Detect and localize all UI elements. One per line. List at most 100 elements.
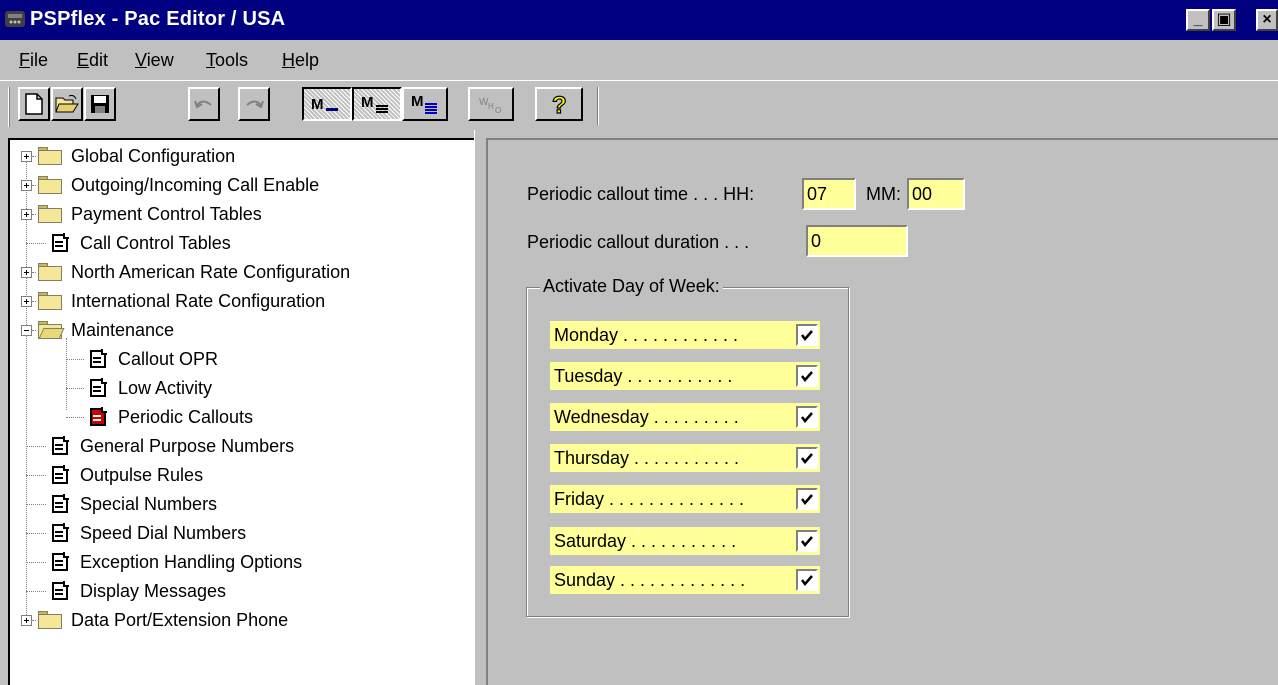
svg-text:O: O xyxy=(495,106,501,115)
checkmark-icon xyxy=(801,494,813,505)
tree-item-outpulse-rules[interactable]: Outpulse Rules xyxy=(26,462,203,488)
tree-panel[interactable]: Global Configuration Outgoing/Incoming C… xyxy=(8,138,474,685)
document-icon xyxy=(90,349,107,368)
tuesday-checkbox[interactable] xyxy=(796,365,818,387)
open-button[interactable] xyxy=(51,87,83,121)
redo-icon xyxy=(246,100,264,109)
tree-item-special-numbers[interactable]: Special Numbers xyxy=(26,491,217,517)
menu-file-accel: F xyxy=(19,50,30,70)
new-file-icon xyxy=(25,93,43,115)
expand-icon[interactable] xyxy=(21,208,32,220)
tree-item-label: Data Port/Extension Phone xyxy=(71,609,289,630)
tree-item-label: Call Control Tables xyxy=(80,232,231,253)
tree-item-periodic-callouts[interactable]: Periodic Callouts xyxy=(66,404,253,430)
day-row-friday[interactable]: Friday . . . . . . . . . . . . . . xyxy=(550,485,820,513)
tree-item-call-control[interactable]: Call Control Tables xyxy=(26,230,231,256)
mm-input[interactable] xyxy=(907,178,965,210)
folder-icon xyxy=(38,263,62,281)
menu-tools[interactable]: Tools xyxy=(206,50,248,71)
view-mode-3-button[interactable]: M xyxy=(402,87,448,121)
window-title: PSPflex - Pac Editor / USA xyxy=(30,8,286,30)
tree-item-display-messages[interactable]: Display Messages xyxy=(26,578,226,604)
close-button[interactable]: × xyxy=(1256,9,1278,31)
title-bar[interactable]: PSPflex - Pac Editor / USA _ ▣ × xyxy=(0,0,1278,40)
redo-button[interactable] xyxy=(238,87,270,121)
view-mode-2-button[interactable]: M xyxy=(352,87,402,121)
maximize-button[interactable]: ▣ xyxy=(1212,9,1236,31)
document-icon xyxy=(52,465,69,484)
callout-duration-label: Periodic callout duration . . . xyxy=(527,232,750,252)
menu-help[interactable]: Help xyxy=(282,50,319,71)
wednesday-checkbox[interactable] xyxy=(796,406,818,428)
tree-item-label: North American Rate Configuration xyxy=(71,261,351,282)
friday-checkbox[interactable] xyxy=(796,488,818,510)
tree-item-international-rate[interactable]: International Rate Configuration xyxy=(21,288,325,314)
folder-icon xyxy=(38,205,62,223)
day-row-tuesday[interactable]: Tuesday . . . . . . . . . . . xyxy=(550,362,820,390)
day-label: Wednesday . . . . . . . . . xyxy=(554,406,739,427)
menu-file[interactable]: File xyxy=(19,50,48,71)
sunday-checkbox[interactable] xyxy=(796,569,818,591)
thursday-checkbox[interactable] xyxy=(796,447,818,469)
document-icon xyxy=(52,523,69,542)
view-mode-3-icon: M xyxy=(411,93,437,114)
help-button[interactable]: ? xyxy=(535,87,583,121)
day-label: Saturday . . . . . . . . . . . xyxy=(554,530,737,551)
tree-item-data-port[interactable]: Data Port/Extension Phone xyxy=(21,607,288,633)
tree-item-callout-opr[interactable]: Callout OPR xyxy=(66,346,218,372)
checkmark-icon xyxy=(801,575,813,586)
day-row-saturday[interactable]: Saturday . . . . . . . . . . . xyxy=(550,527,820,555)
tree-item-global-configuration[interactable]: Global Configuration xyxy=(21,143,235,169)
tree-item-north-american-rate[interactable]: North American Rate Configuration xyxy=(21,259,350,285)
document-icon xyxy=(52,494,69,513)
pane-splitter[interactable] xyxy=(474,130,486,685)
tree-item-speed-dial-numbers[interactable]: Speed Dial Numbers xyxy=(26,520,246,546)
day-row-wednesday[interactable]: Wednesday . . . . . . . . . xyxy=(550,403,820,431)
expand-icon[interactable] xyxy=(21,295,32,307)
tree-item-label: Speed Dial Numbers xyxy=(80,522,247,543)
expand-icon[interactable] xyxy=(21,614,32,626)
menu-help-accel: H xyxy=(282,50,295,70)
checkmark-icon xyxy=(801,536,813,547)
tree-item-exception-handling[interactable]: Exception Handling Options xyxy=(26,549,302,575)
tree-item-maintenance[interactable]: Maintenance xyxy=(21,317,174,343)
open-folder-icon xyxy=(38,321,65,339)
minimize-button[interactable]: _ xyxy=(1186,9,1210,31)
view-mode-2-icon: M xyxy=(361,94,388,113)
tree-item-outgoing-incoming[interactable]: Outgoing/Incoming Call Enable xyxy=(21,172,319,198)
undo-button[interactable] xyxy=(188,87,220,121)
menu-edit-rest: dit xyxy=(89,50,109,70)
day-of-week-group-title: Activate Day of Week: xyxy=(540,276,723,297)
restore-icon: ▣ xyxy=(1216,11,1232,28)
svg-text:M: M xyxy=(311,96,324,113)
day-row-sunday[interactable]: Sunday . . . . . . . . . . . . . xyxy=(550,566,820,594)
menu-edit[interactable]: Edit xyxy=(77,50,108,71)
tree-item-payment-control[interactable]: Payment Control Tables xyxy=(21,201,262,227)
new-file-button[interactable] xyxy=(18,87,50,121)
menu-view[interactable]: View xyxy=(135,50,174,71)
expand-icon[interactable] xyxy=(21,150,32,162)
help-question-icon: ? xyxy=(551,91,567,117)
tree-item-general-purpose-numbers[interactable]: General Purpose Numbers xyxy=(26,433,294,459)
minimize-icon: _ xyxy=(1193,11,1203,28)
callout-time-label: Periodic callout time . . . HH: xyxy=(527,184,755,204)
document-icon xyxy=(52,581,69,600)
tree-item-label: International Rate Configuration xyxy=(71,290,326,311)
saturday-checkbox[interactable] xyxy=(796,530,818,552)
hh-input[interactable] xyxy=(802,178,856,210)
save-button[interactable] xyxy=(84,87,116,121)
tree-item-low-activity[interactable]: Low Activity xyxy=(66,375,212,401)
tree-item-label: Periodic Callouts xyxy=(118,406,254,427)
menu-bar: File Edit View Tools Help xyxy=(0,44,1278,76)
monday-checkbox[interactable] xyxy=(796,324,818,346)
who-button[interactable]: WHO xyxy=(468,87,514,121)
view-mode-1-button[interactable]: M xyxy=(302,87,352,121)
day-row-thursday[interactable]: Thursday . . . . . . . . . . . xyxy=(550,444,820,472)
expand-icon[interactable] xyxy=(21,266,32,278)
expand-icon[interactable] xyxy=(21,179,32,191)
tree-item-label: Special Numbers xyxy=(80,493,218,514)
day-row-monday[interactable]: Monday . . . . . . . . . . . . xyxy=(550,321,820,349)
collapse-icon[interactable] xyxy=(21,324,32,336)
checkmark-icon xyxy=(801,330,813,341)
duration-input[interactable] xyxy=(806,225,908,257)
